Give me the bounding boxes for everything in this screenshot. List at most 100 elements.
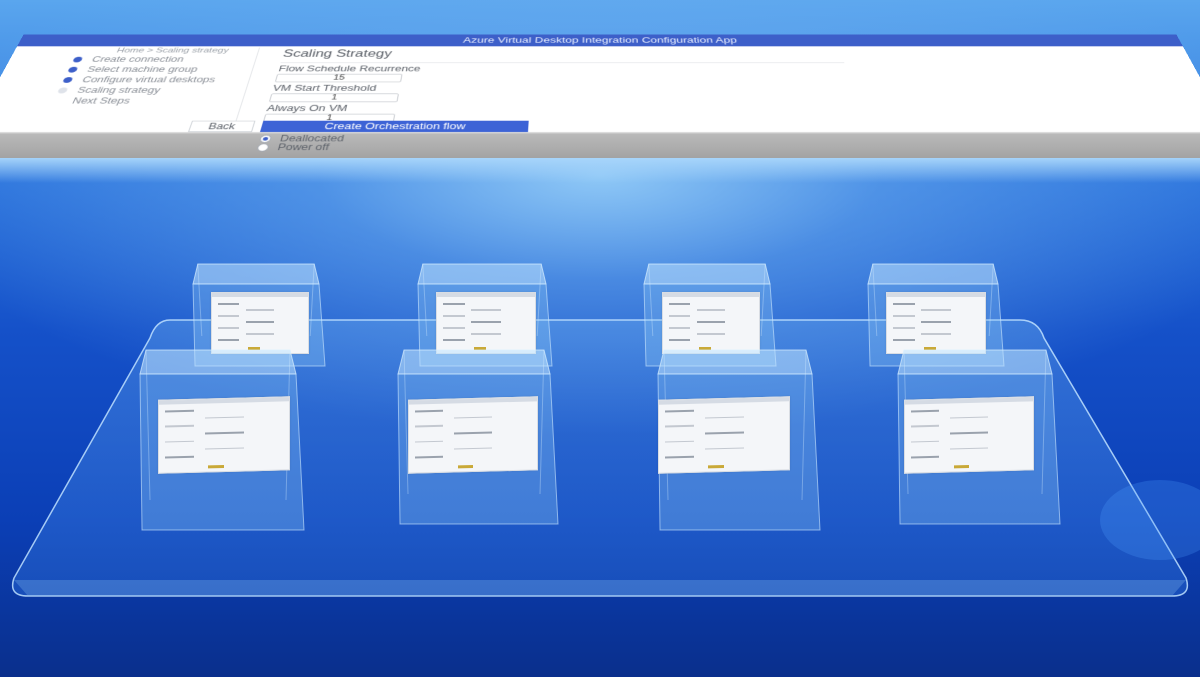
- mini-text-line: [949, 416, 989, 419]
- mini-text-line: [665, 440, 694, 443]
- mini-text-line: [893, 339, 915, 341]
- step-next-steps[interactable]: Next Steps: [42, 96, 251, 107]
- mini-text-line: [911, 440, 940, 443]
- mini-titlebar: [409, 397, 537, 405]
- mini-text-line: [696, 321, 726, 323]
- mini-text-line: [165, 456, 194, 459]
- mini-text-line: [415, 425, 444, 428]
- mini-screenshot: [436, 292, 536, 354]
- mini-text-line: [218, 327, 240, 329]
- glass-cube: [888, 348, 1062, 525]
- mini-text-line: [204, 431, 244, 435]
- mini-text-line: [893, 315, 915, 317]
- flow-schedule-label: Flow Schedule Recurrence: [277, 64, 422, 74]
- mini-text-line: [696, 309, 726, 311]
- mini-text-line: [911, 409, 940, 413]
- step-configure-virtual-desktops[interactable]: Configure virtual desktops: [53, 75, 258, 85]
- mini-text-line: [704, 431, 744, 435]
- mini-text-line: [453, 416, 493, 419]
- mini-text-line: [443, 339, 465, 341]
- radio-unselected-icon: [256, 143, 270, 152]
- heading-divider: [280, 62, 845, 64]
- step-current-icon: [56, 87, 69, 94]
- mini-text-line: [471, 309, 501, 311]
- step-label: Next Steps: [70, 96, 132, 106]
- page-title: Scaling Strategy: [281, 48, 393, 60]
- mini-text-line: [893, 327, 915, 329]
- cube-top-face: [867, 263, 999, 285]
- mini-screenshot: [408, 396, 538, 474]
- mini-text-line: [245, 309, 275, 311]
- step-select-machine-group[interactable]: Select machine group: [58, 65, 261, 75]
- mini-text-line: [921, 333, 951, 335]
- scaling-strategy-form: Scaling Strategy Flow Schedule Recurrenc…: [254, 49, 905, 152]
- mini-text-line: [443, 315, 465, 317]
- create-orchestration-flow-button[interactable]: Create Orchestration flow: [260, 120, 529, 132]
- radio-deallocated[interactable]: Deallocated: [257, 133, 903, 144]
- vm-start-threshold-label: VM Start Threshold: [271, 83, 378, 93]
- step-scaling-strategy[interactable]: Scaling strategy: [48, 86, 255, 97]
- mini-titlebar: [887, 293, 985, 297]
- mini-text-line: [949, 447, 989, 450]
- mini-text-line: [453, 447, 493, 450]
- glass-cube: [388, 348, 560, 525]
- mini-screenshot: [662, 292, 760, 354]
- mini-text-line: [204, 416, 244, 419]
- mini-text-line: [696, 333, 726, 335]
- mini-button: [708, 465, 724, 469]
- config-app-window-region: Azure Virtual Desktop Integration Config…: [0, 0, 1200, 160]
- radio-selected-icon: [258, 134, 273, 143]
- cube-top-face: [397, 349, 551, 375]
- mini-text-line: [665, 425, 694, 428]
- mini-titlebar: [437, 293, 535, 297]
- step-label: Select machine group: [85, 64, 199, 74]
- mini-text-line: [704, 416, 744, 419]
- radio-power-off[interactable]: Power off: [254, 142, 905, 152]
- mini-text-line: [165, 440, 194, 443]
- glass-cube: [648, 348, 822, 531]
- mini-button: [953, 465, 969, 469]
- mini-screenshot: [211, 292, 309, 354]
- mini-text-line: [911, 425, 940, 428]
- mini-button: [457, 465, 473, 469]
- mini-text-line: [218, 303, 240, 305]
- mini-text-line: [218, 339, 240, 341]
- mini-text-line: [453, 431, 493, 435]
- cube-top-face: [417, 263, 547, 285]
- cube-top-face: [643, 263, 771, 285]
- mini-text-line: [949, 431, 989, 435]
- mini-text-line: [704, 447, 744, 450]
- flow-schedule-input[interactable]: 15: [274, 73, 403, 83]
- mini-titlebar: [159, 397, 289, 405]
- step-label: Configure virtual desktops: [80, 75, 217, 85]
- glass-cube: [130, 348, 306, 531]
- mini-text-line: [665, 409, 694, 413]
- always-on-vm-label: Always On VM: [265, 103, 349, 114]
- mini-screenshot: [158, 396, 290, 474]
- cube-top-face: [192, 263, 320, 285]
- mini-screenshot: [658, 396, 790, 474]
- mini-text-line: [165, 409, 194, 413]
- step-create-connection[interactable]: Create connection: [63, 55, 264, 65]
- mini-text-line: [471, 333, 501, 335]
- form-actions: Back Create Orchestration flow: [188, 120, 529, 132]
- mini-titlebar: [659, 397, 789, 405]
- mini-titlebar: [212, 293, 308, 297]
- step-label: Create connection: [90, 54, 186, 64]
- mini-text-line: [165, 425, 194, 428]
- back-button[interactable]: Back: [188, 120, 256, 132]
- mini-text-line: [921, 309, 951, 311]
- mini-text-line: [443, 327, 465, 329]
- mini-text-line: [669, 327, 691, 329]
- mini-text-line: [665, 456, 694, 459]
- mini-text-line: [415, 456, 444, 459]
- breadcrumb[interactable]: Home > Scaling strategy: [115, 47, 230, 54]
- step-label: Scaling strategy: [75, 85, 162, 95]
- vm-start-threshold-input[interactable]: 1: [268, 93, 399, 103]
- step-done-icon: [72, 56, 84, 63]
- mini-text-line: [921, 321, 951, 323]
- mini-text-line: [245, 321, 275, 323]
- config-app-window: Azure Virtual Desktop Integration Config…: [0, 34, 1200, 152]
- mini-text-line: [471, 321, 501, 323]
- mini-text-line: [893, 303, 915, 305]
